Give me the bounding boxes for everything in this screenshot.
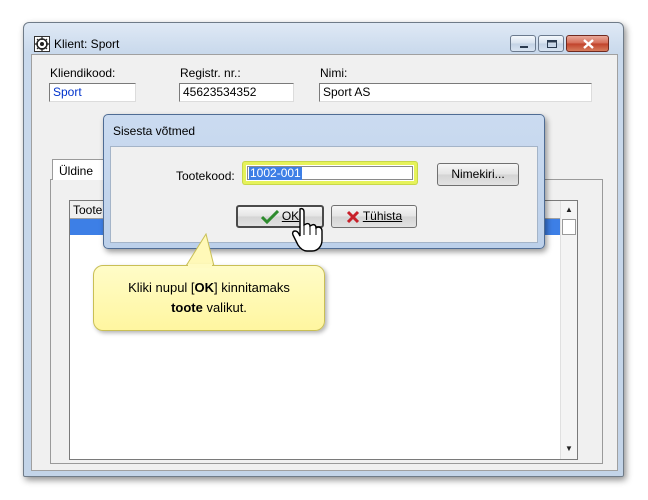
maximize-icon	[547, 40, 557, 48]
callout-text-part: ] kinnitamaks	[214, 280, 290, 295]
name-field[interactable]: Sport AS	[319, 83, 592, 102]
close-icon	[583, 39, 594, 49]
product-code-value: 1002-001	[249, 166, 302, 180]
title-bar[interactable]: Klient: Sport	[24, 23, 623, 53]
window-title: Klient: Sport	[54, 37, 120, 51]
grid-column-header[interactable]: Toote	[73, 203, 102, 217]
reg-nr-label: Registr. nr.:	[180, 66, 241, 80]
scroll-down-icon[interactable]: ▼	[565, 444, 573, 453]
tab-general[interactable]: Üldine	[52, 159, 104, 180]
grid-scrollbar[interactable]: ▲ ▼	[560, 201, 577, 459]
name-label: Nimi:	[320, 66, 348, 80]
checkmark-icon	[260, 209, 279, 224]
app-gear-icon	[34, 36, 50, 52]
cancel-button[interactable]: Tühista	[331, 205, 417, 228]
client-code-field[interactable]: Sport	[49, 83, 136, 102]
product-code-label: Tootekood:	[176, 169, 235, 183]
cancel-button-label: Tühista	[362, 209, 403, 224]
hand-cursor-icon	[291, 207, 323, 252]
callout-tail-join	[188, 264, 212, 268]
maximize-button[interactable]	[538, 35, 564, 52]
callout-text-part: Kliki nupul [	[128, 280, 195, 295]
minimize-icon	[520, 46, 528, 48]
scroll-up-icon[interactable]: ▲	[565, 205, 573, 214]
tooltip-callout: Kliki nupul [OK] kinnitamaks toote valik…	[93, 265, 325, 331]
callout-text-part: valikut.	[202, 300, 247, 315]
close-button[interactable]	[566, 35, 609, 52]
cancel-x-icon	[346, 210, 359, 223]
grid-column-header-right[interactable]	[544, 201, 560, 218]
list-button[interactable]: Nimekiri...	[437, 163, 519, 186]
client-code-label: Kliendikood:	[50, 66, 116, 80]
minimize-button[interactable]	[510, 35, 536, 52]
reg-nr-field[interactable]: 45623534352	[179, 83, 294, 102]
scrollbar-thumb[interactable]	[562, 219, 576, 235]
callout-bold-product: toote	[171, 300, 203, 315]
tab-general-label: Üldine	[59, 164, 94, 178]
product-code-field[interactable]: 1002-001	[243, 162, 417, 184]
callout-bold-ok: OK	[194, 280, 215, 295]
dialog-title: Sisesta võtmed	[113, 124, 196, 138]
callout-text: Kliki nupul [OK] kinnitamaks toote valik…	[94, 278, 324, 318]
